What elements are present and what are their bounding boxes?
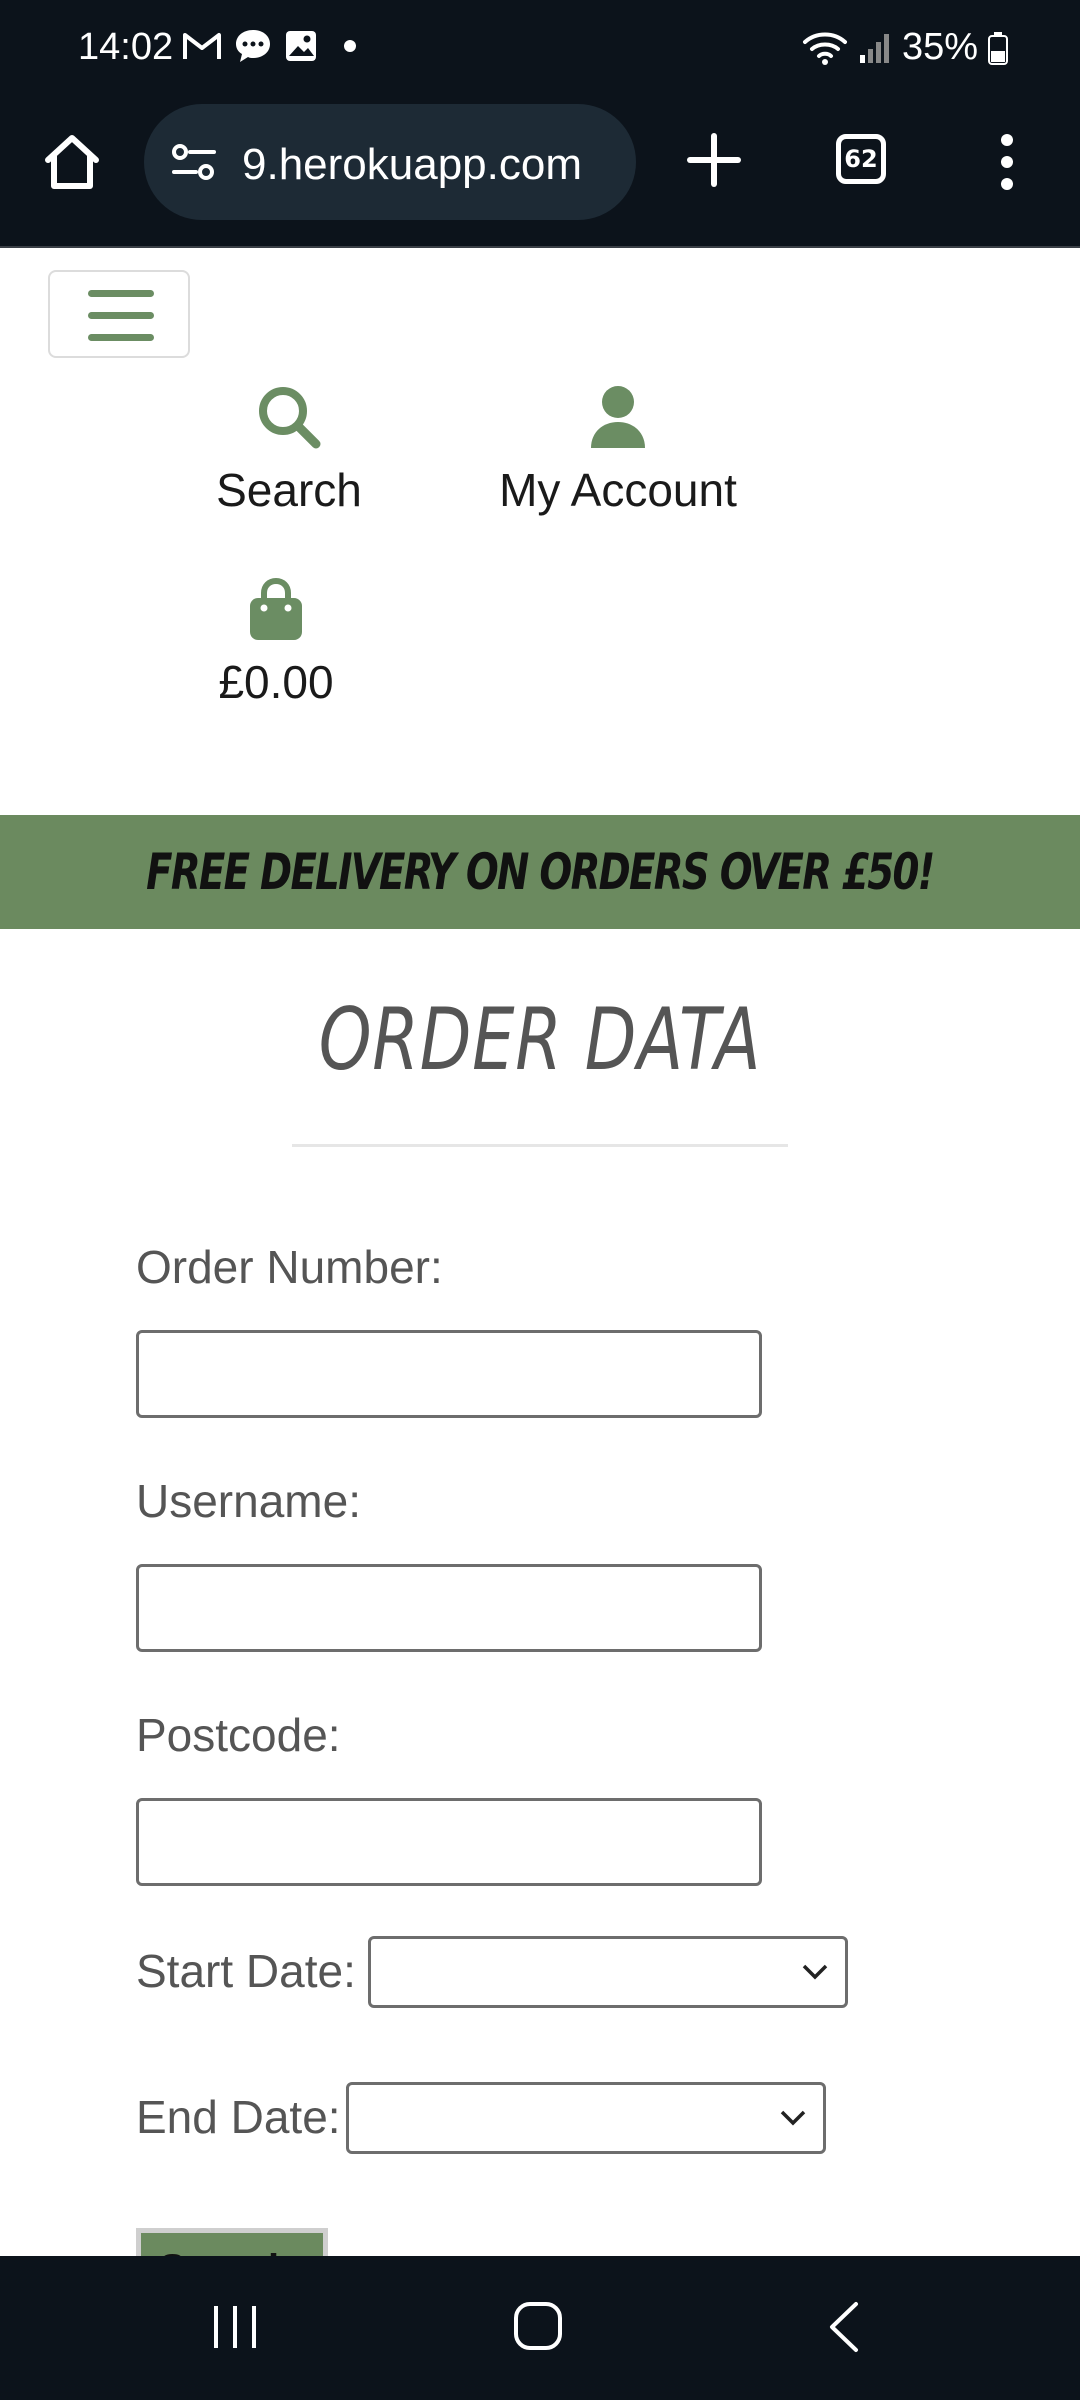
back-icon[interactable]	[826, 2300, 862, 2354]
nav-search[interactable]: Search	[196, 384, 382, 517]
username-input[interactable]	[136, 1564, 762, 1652]
site-settings-icon[interactable]	[170, 142, 218, 182]
more-menu-icon[interactable]	[992, 132, 1022, 192]
postcode-label: Postcode:	[136, 1709, 341, 1761]
tab-switcher-button[interactable]: 62	[836, 134, 886, 184]
hamburger-menu-button[interactable]	[48, 270, 190, 358]
notification-icons	[182, 28, 360, 64]
url-text: 9.herokuapp.com	[242, 140, 582, 189]
postcode-input[interactable]	[136, 1798, 762, 1886]
title-divider	[292, 1144, 788, 1147]
signal-icon	[859, 33, 889, 63]
page-title: ORDER DATA	[318, 990, 762, 1090]
new-tab-icon[interactable]	[686, 132, 742, 188]
home-icon[interactable]	[40, 130, 104, 194]
tab-count: 62	[844, 145, 878, 173]
address-bar[interactable]: 9.herokuapp.com	[144, 104, 636, 220]
order-number-label: Order Number:	[136, 1241, 443, 1293]
status-time: 14:02	[78, 26, 174, 68]
nav-my-account[interactable]: My Account	[478, 384, 758, 517]
delivery-banner: FREE DELIVERY ON ORDERS OVER £50!	[0, 815, 1080, 929]
home-nav-icon[interactable]	[512, 2300, 564, 2352]
end-date-label: End Date:	[136, 2091, 341, 2143]
chevron-down-icon	[802, 1964, 828, 1980]
wifi-icon	[802, 32, 847, 65]
start-date-label: Start Date:	[136, 1945, 356, 1997]
gmail-icon	[183, 33, 221, 59]
bag-total: £0.00	[218, 656, 334, 708]
search-icon	[259, 387, 321, 449]
dot-icon	[344, 40, 356, 52]
nav-shopping-bag[interactable]: £0.00	[196, 577, 356, 709]
start-date-select[interactable]	[368, 1936, 848, 2008]
battery-percent: 35%	[901, 26, 978, 68]
status-right: 35%	[802, 26, 1008, 69]
username-label: Username:	[136, 1475, 361, 1527]
nav-search-label: Search	[216, 464, 362, 516]
gallery-icon	[286, 31, 316, 61]
hamburger-bar	[88, 334, 154, 341]
chevron-down-icon	[780, 2110, 806, 2126]
hamburger-bar	[88, 290, 154, 297]
order-number-input[interactable]	[136, 1330, 762, 1418]
shopping-bag-icon	[250, 577, 302, 640]
system-navigation-bar	[0, 2256, 1080, 2400]
delivery-banner-text: FREE DELIVERY ON ORDERS OVER £50!	[146, 843, 935, 901]
hamburger-bar	[88, 312, 154, 319]
recent-apps-icon[interactable]	[210, 2302, 260, 2352]
nav-account-label: My Account	[499, 464, 737, 516]
battery-icon	[988, 31, 1008, 65]
user-icon	[591, 386, 645, 448]
status-bar: 14:02 35%	[0, 0, 1080, 96]
chat-icon	[236, 30, 270, 62]
browser-toolbar: 9.herokuapp.com 62	[0, 96, 1080, 248]
end-date-select[interactable]	[346, 2082, 826, 2154]
